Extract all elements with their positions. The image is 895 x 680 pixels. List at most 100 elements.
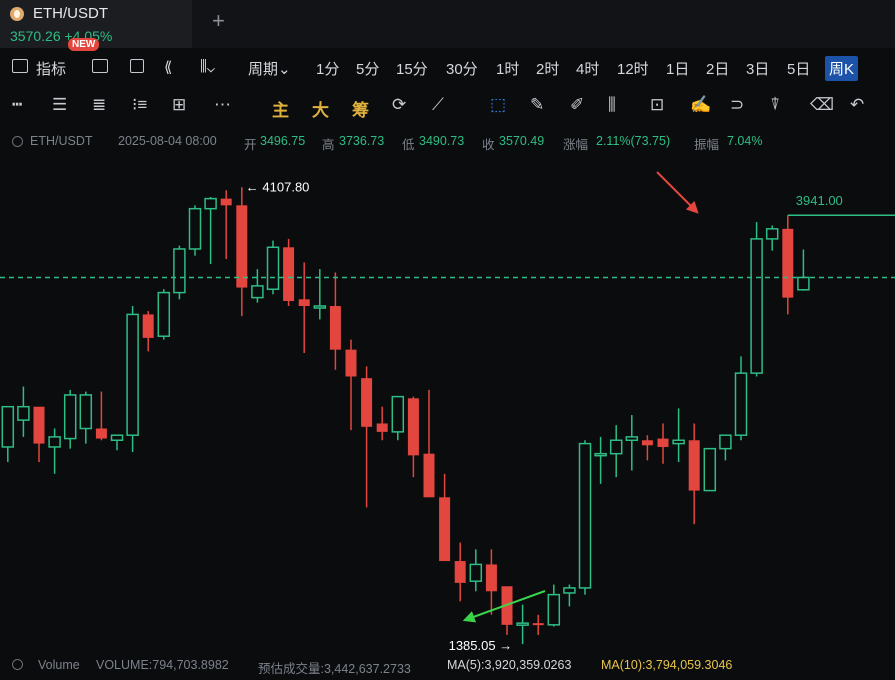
info-symbol: ETH/USDT	[30, 134, 93, 148]
candle-body	[251, 285, 264, 299]
collapse-icon[interactable]	[12, 136, 23, 147]
undo-icon[interactable]: ↶	[850, 95, 864, 115]
candle-body	[672, 439, 685, 445]
replay-icon[interactable]: ⟪	[164, 58, 172, 76]
candle-body	[173, 248, 186, 294]
candle-body	[313, 305, 327, 309]
interval-2h[interactable]: 2时	[536, 58, 559, 79]
big-order-button[interactable]: 大	[312, 96, 329, 121]
candle-body	[797, 276, 810, 291]
candle-body	[391, 395, 405, 433]
low-arrow: →	[496, 638, 513, 650]
candlestick-chart[interactable]: 3941.00 ← 4107.80 1385.05 →	[0, 155, 895, 650]
candle-body	[578, 442, 592, 589]
brush-icon[interactable]: ✐	[570, 95, 584, 115]
candle-body	[126, 313, 139, 436]
candle-body	[95, 428, 107, 439]
symbol-tab[interactable]: ETH/USDT 3570.26 +4.05% NEW	[0, 0, 192, 51]
period-bar: 指标 ⟪ ⫼⌄ 周期⌄ 1分 5分 15分 30分 1时 2时 4时 12时 1…	[0, 50, 895, 84]
ohlc-info: ETH/USDT 2025-08-04 08:00 开 3496.75 高 37…	[0, 132, 895, 152]
candle-body	[220, 198, 232, 206]
add-tab-icon[interactable]: +	[212, 8, 225, 34]
candle-type-icon[interactable]: ⫼⌄	[200, 58, 215, 75]
candle-body	[734, 372, 748, 436]
candle-body	[719, 434, 732, 450]
magnet-icon[interactable]: ⊃	[730, 95, 744, 115]
parallel-lines-icon[interactable]: ≣	[92, 95, 106, 115]
pen-icon[interactable]: ✎	[530, 95, 544, 115]
candle-body	[33, 406, 45, 444]
interval-1h[interactable]: 1时	[496, 58, 519, 79]
candle-body	[298, 299, 310, 307]
cursor-select-icon[interactable]: ⬚	[490, 95, 506, 115]
interval-weekly[interactable]: 周K	[825, 56, 859, 81]
tab-bar: ETH/USDT 3570.26 +4.05% NEW +	[0, 0, 895, 51]
trend-tool-icon[interactable]: ⟋	[432, 95, 444, 115]
candle-body	[469, 563, 483, 582]
volume-collapse-icon[interactable]	[12, 659, 23, 670]
candle-body	[79, 394, 93, 430]
low-value: 3490.73	[419, 134, 465, 148]
period-dropdown[interactable]: 周期⌄	[248, 58, 291, 79]
low-value: 1385.05	[449, 638, 496, 650]
refresh-doc-icon[interactable]: ⟳	[392, 95, 406, 115]
interval-3d[interactable]: 3日	[746, 58, 769, 79]
high-value: 4107.80	[262, 179, 309, 194]
candle-body	[485, 564, 497, 592]
candle-body	[345, 349, 357, 377]
interval-15m[interactable]: 15分	[396, 58, 428, 79]
low-price-label: 1385.05 →	[449, 638, 513, 650]
filter-icon[interactable]: ⍒	[770, 95, 780, 115]
candle-body	[657, 438, 669, 447]
level-label: 3941.00	[796, 193, 843, 208]
candle-body	[703, 447, 717, 492]
candle-body	[516, 622, 529, 626]
candle-body	[17, 405, 30, 421]
open-value: 3496.75	[260, 134, 306, 148]
interval-30m[interactable]: 30分	[446, 58, 478, 79]
close-value: 3570.49	[499, 134, 545, 148]
candle-body	[236, 205, 248, 288]
change-label: 涨幅	[563, 138, 589, 152]
indicator-icon[interactable]	[12, 59, 28, 73]
edit-note-icon[interactable]: ✍	[690, 95, 711, 115]
candle-body	[423, 453, 435, 498]
calendar-icon[interactable]	[92, 59, 108, 73]
interval-2d[interactable]: 2日	[706, 58, 729, 79]
candle-body	[563, 587, 576, 594]
interval-5d[interactable]: 5日	[787, 58, 810, 79]
lock-icon[interactable]: ⊡	[650, 95, 664, 115]
horizontal-lines-icon[interactable]: ☰	[52, 95, 67, 115]
volume-label: Volume	[38, 658, 80, 672]
volume-ma10: MA(10):3,794,059.3046	[601, 658, 733, 672]
candle-body	[157, 291, 171, 337]
ruler-icon[interactable]: ┅	[12, 95, 22, 115]
list-icon[interactable]: ⁝≡	[132, 95, 147, 115]
candle-body	[204, 197, 217, 210]
amplitude-label: 振幅	[694, 138, 720, 152]
candles-group	[1, 187, 810, 645]
chip-button[interactable]: 筹	[352, 96, 369, 121]
interval-1d[interactable]: 1日	[666, 58, 689, 79]
bars-tool-icon[interactable]: ⫼	[608, 95, 616, 115]
more-icon[interactable]: ⋯	[214, 95, 231, 115]
indicator-button[interactable]: 指标	[36, 58, 66, 79]
delete-icon[interactable]: ⌫	[810, 95, 834, 115]
interval-1m[interactable]: 1分	[316, 58, 339, 79]
interval-5m[interactable]: 5分	[356, 58, 379, 79]
candle-body	[63, 394, 77, 440]
interval-4h[interactable]: 4时	[576, 58, 599, 79]
drawing-toolbar: ┅ ☰ ≣ ⁝≡ ⊞ ⋯ 主 大 筹 ⟳ ⟋ ⬚ ✎ ✐ ⫼ ⊡ ✍ ⊃ ⍒ ⌫…	[0, 90, 895, 124]
candle-body	[361, 378, 373, 427]
main-indicator-button[interactable]: 主	[272, 96, 289, 121]
volume-estimate: 预估成交量:3,442,637.2733	[258, 662, 411, 676]
candle-body	[594, 452, 607, 457]
layout-icon[interactable]	[130, 59, 144, 73]
open-label: 开	[244, 138, 257, 152]
candle-body	[782, 228, 794, 298]
interval-12h[interactable]: 12时	[617, 58, 649, 79]
add-box-icon[interactable]: ⊞	[172, 95, 186, 115]
period-label: 周期	[248, 61, 279, 78]
high-label: 高	[322, 138, 335, 152]
amplitude-value: 7.04%	[727, 134, 763, 148]
